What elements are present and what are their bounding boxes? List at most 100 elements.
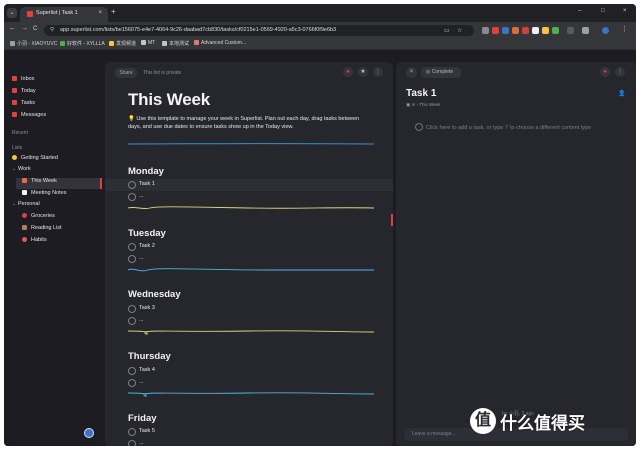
reload-button[interactable]: C	[33, 26, 37, 32]
sidebar-folder-personal[interactable]: ⌄ Personal	[12, 200, 40, 209]
user-avatar[interactable]	[84, 428, 94, 438]
sidebar-item-getting-started[interactable]: Getting Started	[12, 154, 58, 163]
extensions-puzzle-icon[interactable]	[567, 27, 574, 34]
subtask-checkbox[interactable]	[415, 123, 423, 131]
task-breadcrumb[interactable]: ▣ ⊘ › This Week	[406, 102, 440, 108]
extension-icon[interactable]	[492, 27, 499, 34]
sidebar-item-this-week[interactable]: This Week	[22, 177, 57, 186]
task-placeholder[interactable]: ...	[139, 440, 144, 446]
task-row[interactable]: Task 5	[105, 426, 393, 438]
bookmark-item[interactable]: Advanced Custom...	[194, 40, 246, 46]
task-title[interactable]: Task 1	[139, 181, 155, 187]
extension-icon[interactable]	[512, 27, 519, 34]
cast-icon[interactable]: ▭	[444, 27, 450, 34]
bookmark-item[interactable]: 发现频道	[109, 40, 136, 47]
star-icon[interactable]: ★	[358, 67, 368, 77]
task-checkbox[interactable]	[128, 440, 136, 446]
bookmark-item[interactable]: 本地测试	[162, 40, 189, 47]
task-detail-title[interactable]: Task 1	[406, 88, 436, 99]
add-subtask-placeholder[interactable]: Click here to add a task, or type '/' to…	[426, 124, 596, 132]
maximize-button[interactable]: □	[601, 8, 605, 14]
minimize-button[interactable]: –	[578, 8, 581, 14]
browser-menu-icon[interactable]: ⋮	[621, 25, 628, 33]
task-checkbox[interactable]	[128, 367, 136, 375]
complete-button[interactable]: ◎ Complete	[421, 67, 461, 78]
share-button[interactable]: Share	[115, 68, 137, 78]
sidebar-item-inbox[interactable]: Inbox	[12, 75, 34, 84]
sidebar-item-messages[interactable]: Messages	[12, 111, 46, 120]
profile-avatar-icon[interactable]	[602, 27, 609, 34]
task-row-placeholder[interactable]: ...	[105, 191, 393, 203]
tab-superlist[interactable]: Superlist | Task 1 ×	[20, 7, 108, 22]
bookmark-item[interactable]: 好软件 - XYLLLA	[60, 40, 105, 47]
task-checkbox[interactable]	[128, 243, 136, 251]
url-text[interactable]: app.superlist.com/lists/be156075-e4e7-40…	[60, 27, 336, 33]
tab-close-icon[interactable]: ×	[98, 10, 102, 16]
more-options-icon[interactable]: ⋮	[615, 67, 625, 77]
close-icon[interactable]: ×	[406, 67, 417, 78]
sidebar-item-reading-list[interactable]: Reading List	[22, 224, 62, 233]
list-description[interactable]: 💡 Use this template to manage your week …	[128, 115, 373, 131]
task-checkbox[interactable]	[128, 305, 136, 313]
breadcrumb-list-name[interactable]: This Week	[419, 102, 440, 107]
sidebar-item-today[interactable]: Today	[12, 87, 36, 96]
task-checkbox[interactable]	[128, 181, 136, 189]
day-heading-friday[interactable]: Friday	[128, 413, 157, 424]
task-placeholder[interactable]: ...	[139, 193, 144, 199]
page-title[interactable]: This Week	[128, 90, 210, 110]
window-close-button[interactable]: ×	[623, 8, 627, 14]
extension-icon[interactable]	[542, 27, 549, 34]
task-checkbox[interactable]	[128, 317, 136, 325]
task-placeholder[interactable]: ...	[139, 255, 144, 261]
bookmark-item[interactable]: MT	[141, 40, 155, 46]
sidebar-folder-work[interactable]: ⌄ Work	[12, 165, 31, 174]
task-checkbox[interactable]	[128, 428, 136, 436]
back-button[interactable]: ←	[9, 25, 16, 32]
sidebar-item-meeting-notes[interactable]: Meeting Notes	[22, 189, 66, 198]
task-title[interactable]: Task 3	[139, 305, 155, 311]
task-checkbox[interactable]	[128, 379, 136, 387]
task-title[interactable]: Task 4	[139, 367, 155, 373]
day-heading-tuesday[interactable]: Tuesday	[128, 228, 166, 239]
task-row[interactable]: Task 1	[105, 179, 393, 191]
task-placeholder[interactable]: ...	[139, 379, 144, 385]
bookmark-star-icon[interactable]: ☆	[457, 27, 462, 34]
task-row[interactable]: Task 4	[105, 365, 393, 377]
task-placeholder[interactable]: ...	[139, 317, 144, 323]
task-row[interactable]: Task 3	[105, 303, 393, 315]
day-heading-wednesday[interactable]: Wednesday	[128, 289, 181, 300]
site-info-icon[interactable]: ⚲	[50, 27, 54, 33]
tab-search-button[interactable]: ⌄	[7, 8, 17, 18]
task-title[interactable]: Task 5	[139, 428, 155, 434]
task-checkbox[interactable]	[128, 193, 136, 201]
task-row-placeholder[interactable]: ...	[105, 377, 393, 389]
sidebar-item-tasks[interactable]: Tasks	[12, 99, 35, 108]
sidebar-item-label: Habits	[31, 237, 47, 243]
sidebar-item-habits[interactable]: Habits	[22, 236, 47, 245]
task-checkbox[interactable]	[128, 255, 136, 263]
sidebar-item-groceries[interactable]: Groceries	[22, 212, 55, 221]
extension-icon[interactable]	[502, 27, 509, 34]
task-row-placeholder[interactable]: ...	[105, 315, 393, 327]
bookmark-item[interactable]: 小羽 - XIAOYUVC	[10, 40, 57, 47]
list-emoji-icon[interactable]: ●	[600, 67, 610, 77]
task-row-placeholder[interactable]: ...	[105, 438, 393, 446]
extension-icon[interactable]	[522, 27, 529, 34]
extension-icon[interactable]	[482, 27, 489, 34]
task-title[interactable]: Task 2	[139, 243, 155, 249]
list-emoji-icon[interactable]: ●	[343, 67, 353, 77]
address-bar[interactable]: ⚲ app.superlist.com/lists/be156075-e4e7-…	[44, 25, 474, 36]
more-options-icon[interactable]: ⋮	[373, 67, 383, 77]
bookmark-icon	[109, 41, 114, 46]
extension-icon[interactable]	[532, 27, 539, 34]
day-heading-thursday[interactable]: Thursday	[128, 351, 171, 362]
assignee-icon[interactable]: 👤	[618, 90, 625, 97]
task-row-placeholder[interactable]: ...	[105, 253, 393, 265]
extension-icon[interactable]	[552, 27, 559, 34]
task-row[interactable]: Task 2	[105, 241, 393, 253]
new-tab-button[interactable]: +	[111, 8, 116, 16]
tab-strip: ⌄ Superlist | Task 1 × + – □ ×	[4, 4, 636, 22]
forward-button[interactable]: →	[21, 25, 28, 32]
sidebar-toggle-icon[interactable]	[582, 27, 589, 34]
day-heading-monday[interactable]: Monday	[128, 166, 164, 177]
